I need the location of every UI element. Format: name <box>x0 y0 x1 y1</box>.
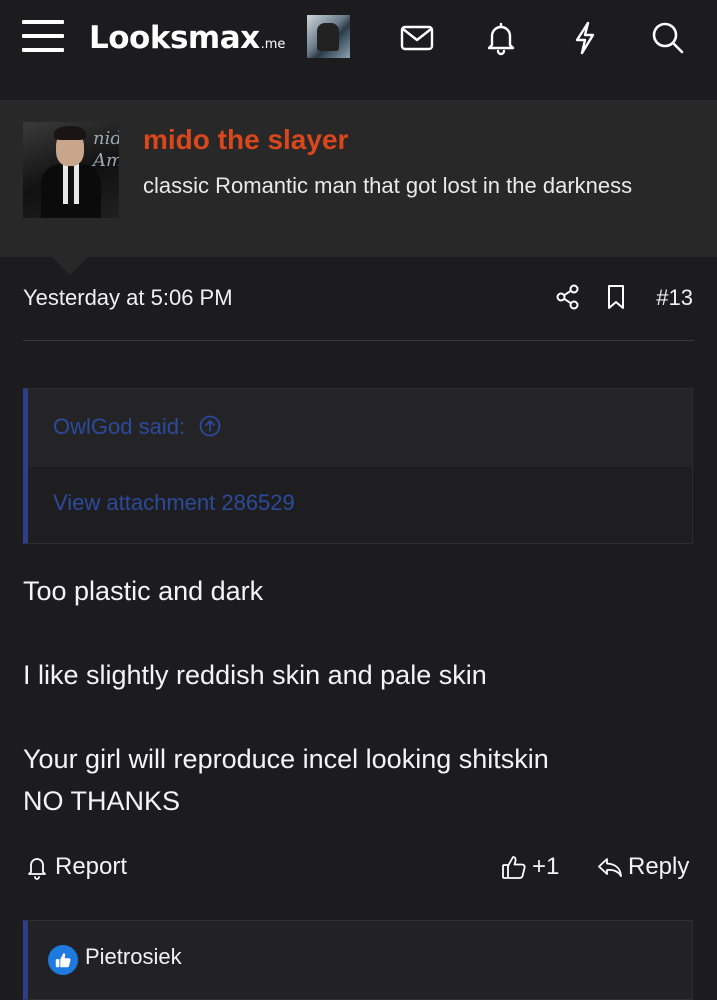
quote-block: OwlGod said: View attachment 286529 <box>23 388 693 544</box>
lightning-icon[interactable] <box>565 18 605 58</box>
body-line: I like slightly reddish skin and pale sk… <box>23 660 487 690</box>
user-avatar[interactable] <box>307 15 350 58</box>
report-button[interactable]: Report <box>23 853 127 881</box>
logo-text: Looksmax <box>89 20 260 56</box>
like-count: +1 <box>532 853 560 880</box>
menu-icon[interactable] <box>22 18 66 54</box>
divider <box>23 340 694 341</box>
bookmark-icon[interactable] <box>602 283 630 311</box>
post-date[interactable]: Yesterday at 5:06 PM <box>23 285 233 311</box>
member-avatar[interactable]: nidAmig <box>23 122 119 218</box>
post-body: Too plastic and dark I like slightly red… <box>23 570 693 822</box>
site-logo[interactable]: Looksmax .me <box>89 20 285 60</box>
member-name[interactable]: mido the slayer <box>143 124 348 156</box>
search-icon[interactable] <box>648 18 688 58</box>
body-line: Your girl will reproduce incel looking s… <box>23 744 549 774</box>
bell-icon <box>28 858 46 880</box>
attachment-link[interactable]: View attachment 286529 <box>53 490 295 516</box>
thumbs-up-icon <box>502 856 526 879</box>
top-navigation: Looksmax .me <box>0 0 717 78</box>
member-header-pointer <box>52 257 88 275</box>
report-label: Report <box>55 853 128 880</box>
reply-button[interactable]: Reply <box>596 853 689 881</box>
arrow-up-circle-icon <box>199 415 221 437</box>
quote-author: OwlGod said: <box>53 414 186 439</box>
bell-icon[interactable] <box>481 18 521 58</box>
body-line: Too plastic and dark <box>23 576 264 606</box>
envelope-icon[interactable] <box>397 18 437 58</box>
reply-icon <box>598 858 622 877</box>
thumbs-up-icon <box>48 945 78 975</box>
share-icon[interactable] <box>554 283 582 311</box>
body-line: NO THANKS <box>23 786 181 816</box>
logo-tld: .me <box>260 37 286 52</box>
reaction-user[interactable]: Pietrosiek <box>85 944 182 970</box>
reply-label: Reply <box>628 853 690 880</box>
like-button[interactable]: +1 <box>500 853 559 881</box>
member-title: classic Romantic man that got lost in th… <box>143 173 633 198</box>
quote-author-link[interactable]: OwlGod said: <box>53 414 221 440</box>
post-number[interactable]: #13 <box>656 285 693 311</box>
reactions-bar: Pietrosiek <box>23 920 693 1000</box>
